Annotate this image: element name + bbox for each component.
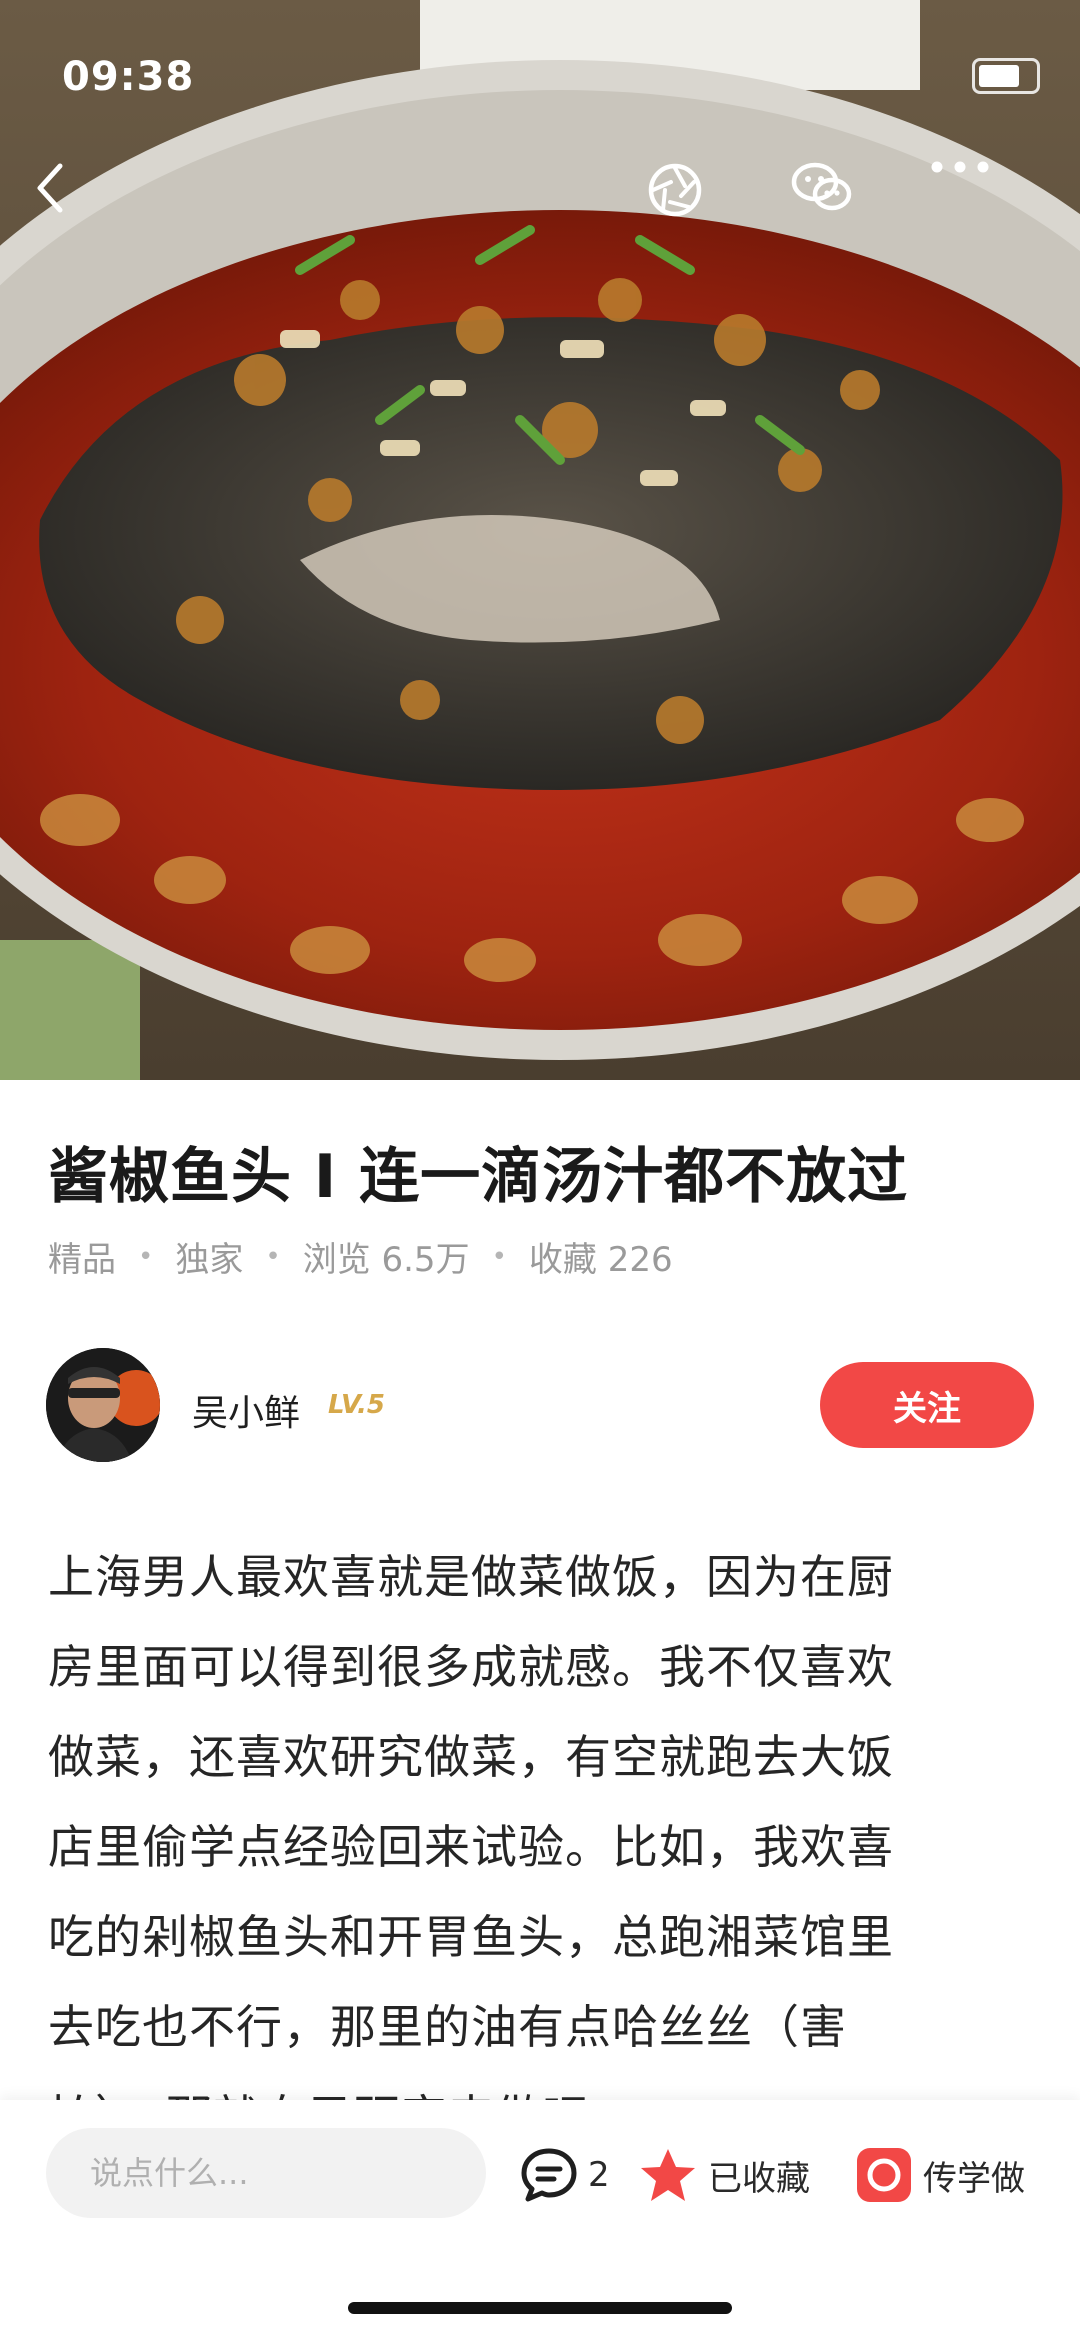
comments-button[interactable]: 2 xyxy=(520,2140,610,2210)
comment-icon xyxy=(520,2147,578,2203)
meta-views: 浏览 6.5万 xyxy=(302,1240,470,1280)
description-line: 吃的剁椒鱼头和开胃鱼头，总跑湘菜馆里 xyxy=(48,1910,894,1964)
star-icon xyxy=(638,2146,698,2204)
more-button[interactable] xyxy=(930,160,1010,240)
description-line: 上海男人最欢喜就是做菜做饭，因为在厨 xyxy=(48,1550,894,1604)
meta-favorites: 收藏 226 xyxy=(528,1240,673,1280)
meta-separator: • xyxy=(138,1241,154,1272)
comment-input[interactable] xyxy=(46,2128,486,2218)
description-line: 店里偷学点经验回来试验。比如，我欢喜 xyxy=(48,1820,894,1874)
collect-button[interactable]: 已收藏 xyxy=(638,2140,810,2210)
description-line: 房里面可以得到很多成就感。我不仅喜欢 xyxy=(48,1640,894,1694)
home-indicator[interactable] xyxy=(348,2302,732,2314)
meta-tag-exclusive: 独家 xyxy=(175,1240,244,1280)
camera-icon xyxy=(855,2146,913,2204)
back-icon xyxy=(37,163,63,213)
author-name[interactable]: 吴小鲜 xyxy=(192,1384,300,1436)
recipe-meta: 精品 • 独家 • 浏览 6.5万 • 收藏 226 xyxy=(48,1232,673,1281)
description-line: 怕），那就自己研究来做吧。 xyxy=(48,2072,1034,2100)
meta-separator: • xyxy=(265,1241,281,1272)
status-indicators xyxy=(972,58,1040,94)
follow-button[interactable]: 关注 xyxy=(820,1362,1034,1448)
meta-tag-premium: 精品 xyxy=(48,1240,116,1280)
author-avatar[interactable] xyxy=(46,1348,160,1462)
description-line: 去吃也不行，那里的油有点哈丝丝（害 xyxy=(48,2000,847,2054)
collected-label: 已收藏 xyxy=(708,2158,810,2199)
wechat-share-button[interactable] xyxy=(790,160,870,240)
comment-count: 2 xyxy=(588,2155,610,2195)
bottom-action-bar: 2 已收藏 传学做 xyxy=(0,2100,1080,2339)
status-bar: 09:38 xyxy=(0,0,1080,130)
recipe-description: 上海男人最欢喜就是做菜做饭，因为在厨 房里面可以得到很多成就感。我不仅喜欢 做菜… xyxy=(48,1532,1034,2100)
shutter-icon xyxy=(648,163,702,217)
avatar-image xyxy=(46,1348,160,1462)
meta-separator: • xyxy=(491,1241,507,1272)
camera-shutter-button[interactable] xyxy=(645,160,725,240)
hero-photo: 09:38 xyxy=(0,0,1080,1080)
more-icon xyxy=(931,161,989,173)
upload-cook-button[interactable]: 传学做 xyxy=(855,2140,1025,2210)
wechat-icon xyxy=(791,162,852,211)
back-button[interactable] xyxy=(30,160,110,240)
recipe-title: 酱椒鱼头 I 连一滴汤汁都不放过 xyxy=(48,1142,909,1212)
author-level-badge: LV.5 xyxy=(328,1390,386,1420)
battery-icon xyxy=(972,58,1040,94)
top-nav xyxy=(0,160,1080,250)
description-line: 做菜，还喜欢研究做菜，有空就跑去大饭 xyxy=(48,1730,894,1784)
status-time: 09:38 xyxy=(62,54,195,100)
cook-label: 传学做 xyxy=(923,2158,1025,2199)
